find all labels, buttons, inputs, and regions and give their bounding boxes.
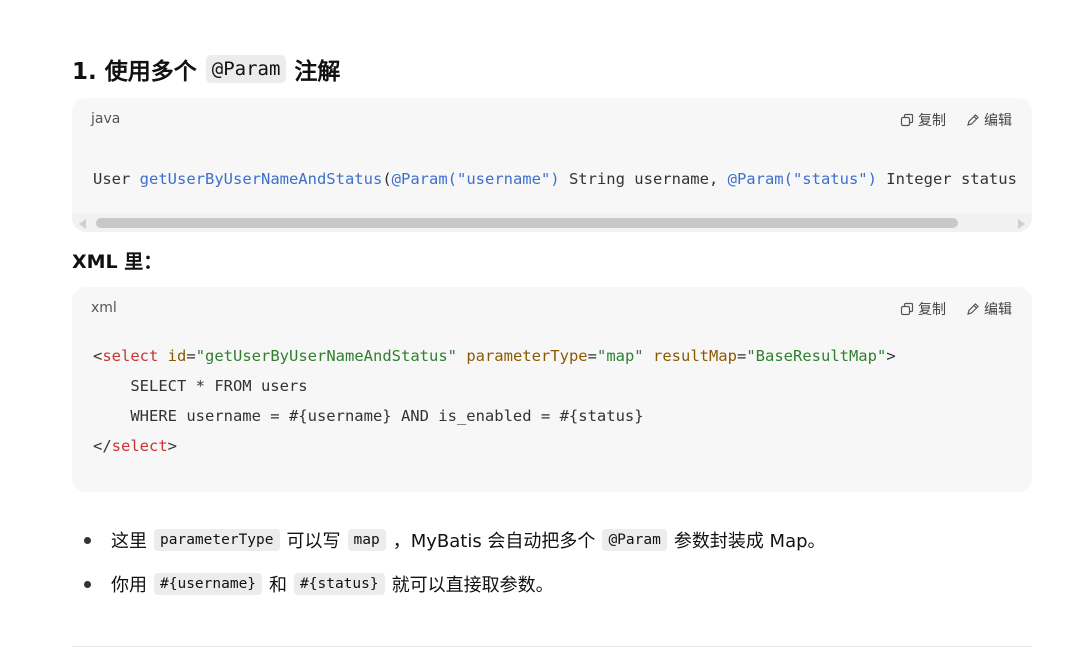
inline-code: #{status} [294, 573, 385, 595]
copy-label: 复制 [918, 302, 946, 318]
bullet-text: 就可以直接取参数。 [391, 575, 554, 596]
heading-suffix: 注解 [294, 59, 341, 85]
code-token: Integer status [876, 170, 1017, 188]
bullet-list: 这里 parameterType 可以写 map ，MyBatis 会自动把多个… [80, 518, 826, 606]
edit-icon [967, 303, 979, 315]
code-token-function: getUserByUserNameAndStatus [139, 170, 383, 188]
code-token: = [587, 347, 597, 365]
code-token: String username, [559, 170, 728, 188]
code-line: SELECT * FROM users [93, 377, 308, 395]
edit-icon [967, 114, 979, 126]
code-token-attr: parameterType [456, 347, 588, 365]
code-block-actions: 复制 编辑 [900, 110, 1012, 130]
code-block-actions: 复制 编辑 [900, 299, 1012, 319]
code-token: = [186, 347, 196, 365]
code-token-attr: id [158, 347, 187, 365]
xml-code: <select id="getUserByUserNameAndStatus" … [93, 341, 1032, 461]
edit-label: 编辑 [984, 302, 1012, 318]
bullet-text: 和 [269, 575, 288, 596]
scrollbar-thumb[interactable] [96, 218, 958, 228]
code-token-value: "BaseResultMap" [746, 347, 887, 365]
edit-button[interactable]: 编辑 [966, 110, 1012, 130]
code-token: ( [382, 170, 392, 188]
edit-button[interactable]: 编辑 [966, 299, 1012, 319]
code-token: < [93, 347, 103, 365]
bullet-text: ，MyBatis 会自动把多个 [392, 531, 596, 552]
code-token-string: ("status") [783, 170, 877, 188]
code-token: > [886, 347, 896, 365]
heading-inline-code: @Param [205, 55, 287, 83]
code-token: </ [93, 437, 112, 455]
code-token-tag: select [111, 437, 168, 455]
horizontal-scrollbar[interactable] [72, 214, 1032, 232]
list-item: 你用 #{username} 和 #{status} 就可以直接取参数。 [80, 562, 826, 606]
scroll-left-arrow-icon[interactable] [79, 219, 86, 229]
code-language-label: xml [91, 300, 117, 316]
bullet-text: 可以写 [286, 531, 341, 552]
inline-code: @Param [602, 529, 667, 551]
list-item: 这里 parameterType 可以写 map ，MyBatis 会自动把多个… [80, 518, 826, 562]
code-line: <select id="getUserByUserNameAndStatus" … [93, 341, 1032, 371]
code-token-annotation: @Param [391, 170, 448, 188]
copy-icon [900, 113, 914, 127]
inline-code: #{username} [154, 573, 263, 595]
section-heading: 1. 使用多个 @Param 注解 [72, 52, 340, 86]
xml-subheading: XML 里： [72, 251, 163, 273]
code-token-string: ("username") [447, 170, 560, 188]
code-token-attr: resultMap [643, 347, 737, 365]
java-code-block: java 复制 编辑 User getUserByUserNameAndStat… [72, 98, 1032, 232]
code-block-header: java 复制 编辑 [72, 98, 1032, 142]
scroll-right-arrow-icon[interactable] [1018, 219, 1025, 229]
code-token-value: "getUserByUserNameAndStatus" [195, 347, 457, 365]
code-token-annotation: @Param [727, 170, 784, 188]
copy-button[interactable]: 复制 [900, 299, 946, 319]
inline-code: parameterType [154, 529, 280, 551]
code-block-header: xml 复制 编辑 [72, 287, 1032, 331]
code-language-label: java [91, 111, 121, 127]
copy-button[interactable]: 复制 [900, 110, 946, 130]
code-token: = [736, 347, 747, 365]
copy-label: 复制 [918, 113, 946, 129]
heading-prefix: 1. 使用多个 [72, 59, 197, 85]
bullet-text: 你用 [111, 575, 147, 596]
code-token-value: "map" [596, 347, 644, 365]
code-line: WHERE username = #{username} AND is_enab… [93, 407, 644, 425]
divider [72, 646, 1032, 647]
code-token-tag: select [102, 347, 159, 365]
bullet-text: 参数封装成 Map。 [673, 531, 826, 552]
edit-label: 编辑 [984, 113, 1012, 129]
inline-code: map [347, 529, 386, 551]
java-code-line: User getUserByUserNameAndStatus(@Param("… [93, 164, 1032, 194]
code-token: > [167, 437, 178, 455]
xml-code-block: xml 复制 编辑 <select id="getUserByUserNameA… [72, 287, 1032, 492]
copy-icon [900, 302, 914, 316]
code-token: User [93, 170, 140, 188]
code-line: </select> [93, 431, 1032, 461]
bullet-text: 这里 [111, 531, 147, 552]
